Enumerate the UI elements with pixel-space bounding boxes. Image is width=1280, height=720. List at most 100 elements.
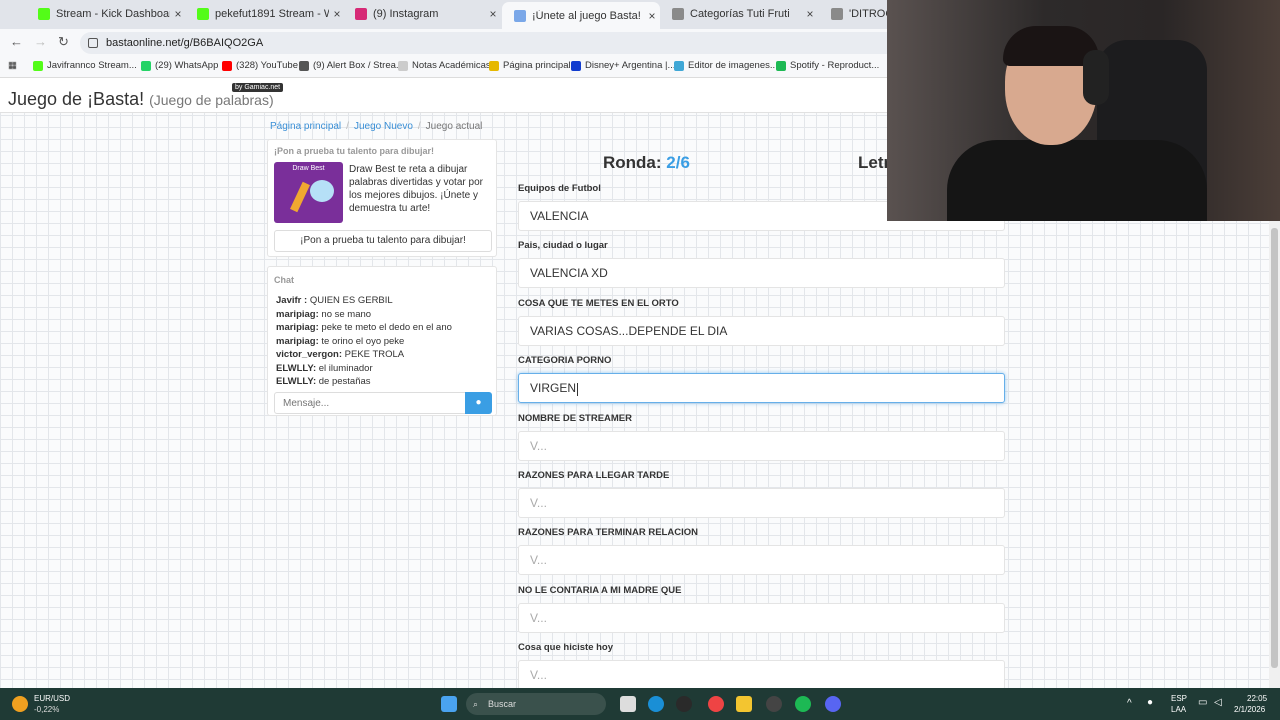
bookmark-favicon-icon <box>776 60 786 71</box>
category-answer-input[interactable]: V... <box>518 430 1005 461</box>
category-answer-input[interactable]: V... <box>518 545 1005 576</box>
forward-icon[interactable]: → <box>34 34 47 49</box>
category-label: RAZONES PARA LLEGAR TARDE <box>518 470 670 481</box>
bookmark-item[interactable]: (328) YouTube <box>222 60 298 71</box>
clock-date: 2/1/2026 <box>1234 705 1266 714</box>
chat-text: no se mano <box>321 308 372 320</box>
chat-send-button[interactable]: ● <box>465 392 492 414</box>
chat-text: QUIEN ES GERBIL <box>309 295 393 306</box>
chat-heading: Chat <box>274 275 294 285</box>
category-label: Pais, ciudad o lugar <box>518 240 608 252</box>
volume-icon[interactable]: ◁ <box>1214 697 1222 708</box>
bookmark-item[interactable]: Spotify - Reproduct... <box>776 60 879 71</box>
chrome-icon[interactable] <box>708 696 724 712</box>
scrollbar[interactable] <box>1269 220 1280 688</box>
category-row: RAZONES PARA LLEGAR TARDE V... <box>518 470 1006 518</box>
edge-icon[interactable] <box>648 696 664 712</box>
address-url: bastaonline.net/g/B6BAIQO2GA <box>106 37 264 49</box>
steam-icon[interactable] <box>676 696 692 712</box>
category-label: NOMBRE DE STREAMER <box>518 412 633 424</box>
category-answer-text: VARIAS COSAS...DEPENDE EL DIA <box>530 323 728 338</box>
draw-best-image[interactable]: Draw Best <box>274 162 343 223</box>
text-cursor <box>577 382 579 396</box>
chat-bubble-icon: ● <box>475 397 482 408</box>
tab-close-icon[interactable]: × <box>644 9 660 23</box>
bookmark-item[interactable]: Editor de imagenes... <box>674 60 778 71</box>
round-label: Ronda: <box>603 153 662 172</box>
breadcrumb-new-game[interactable]: Juego Nuevo <box>354 121 413 132</box>
tab[interactable]: 'DITROGENC <box>819 3 889 25</box>
category-row: COSA QUE TE METES EN EL ORTO VARIAS COSAS… <box>518 298 1006 346</box>
tab-favicon-icon <box>197 8 209 20</box>
discord-icon[interactable] <box>825 696 841 712</box>
network-icon[interactable]: ▭ <box>1198 697 1207 708</box>
chat-message: ELWLLY: el iluminador <box>276 362 492 376</box>
promo-button[interactable]: ¡Pon a prueba tu talento para dibujar! <box>274 230 492 252</box>
breadcrumb-current: Juego actual <box>425 121 483 132</box>
category-answer-input[interactable]: V... <box>518 602 1005 633</box>
category-row: NO LE CONTARIA A MI MADRE QUE V... <box>518 585 1006 633</box>
round-value: 2/6 <box>666 153 690 172</box>
obs-icon[interactable] <box>766 696 782 712</box>
category-answer-input[interactable]: VARIAS COSAS...DEPENDE EL DIA <box>518 315 1005 346</box>
category-row: Pais, ciudad o lugar VALENCIA XD <box>518 240 1006 289</box>
webcam-overlay <box>887 0 1280 221</box>
weather-icon[interactable] <box>12 696 28 712</box>
tab-title: Categorías Tuti Fruti <box>690 8 790 20</box>
tab[interactable]: Categorías Tuti Fruti × <box>660 3 818 25</box>
bookmark-item[interactable]: Javifrannco Stream... <box>33 60 137 71</box>
category-answer-input[interactable]: VIRGEN <box>518 373 1005 404</box>
ticker-name[interactable]: EUR/USD <box>34 694 70 703</box>
tab[interactable]: (9) Instagram × <box>343 3 501 25</box>
address-bar[interactable]: bastaonline.net/g/B6BAIQO2GA <box>80 32 900 54</box>
file-explorer-icon[interactable] <box>736 696 752 712</box>
bookmark-favicon-icon <box>33 60 43 71</box>
task-view-icon[interactable] <box>620 696 636 712</box>
apps-icon[interactable]: ▦ <box>8 60 17 71</box>
category-label: RAZONES PARA TERMINAR RELACION <box>518 527 698 539</box>
breadcrumb: Página principal / Juego Nuevo / Juego actua… <box>270 121 482 132</box>
chat-message: maripiag: peke te meto el dedo en el ano <box>276 321 492 335</box>
taskbar-search[interactable]: ⌕ Buscar <box>466 693 606 715</box>
tab-favicon-icon <box>672 8 684 20</box>
bookmark-item[interactable]: (29) WhatsApp <box>141 60 218 71</box>
category-answer-input[interactable]: VALENCIA XD <box>518 258 1005 289</box>
tab-favicon-icon <box>831 8 843 20</box>
tab-close-icon[interactable]: × <box>170 7 186 21</box>
bookmark-item[interactable]: Notas Académicas <box>398 60 491 71</box>
chat-message: victor_vergon: PEKE TROLA <box>276 348 492 362</box>
spotify-icon[interactable] <box>795 696 811 712</box>
bookmark-item[interactable]: (9) Alert Box / Strea... <box>299 60 404 71</box>
back-icon[interactable]: ← <box>10 34 23 49</box>
site-info-icon[interactable] <box>88 38 98 48</box>
round-indicator: Ronda: 2/6 <box>603 153 690 173</box>
reload-icon[interactable]: ↻ <box>58 34 69 50</box>
chat-username: ELWLLY <box>276 376 313 387</box>
chevron-up-icon[interactable]: ^ <box>1127 698 1132 709</box>
chat-text: PEKE TROLA <box>344 349 405 360</box>
category-answer-text: VALENCIA <box>530 209 589 223</box>
breadcrumb-separator: / <box>346 121 349 132</box>
tab-close-icon[interactable]: × <box>802 7 818 21</box>
scrollbar-thumb[interactable] <box>1271 228 1278 668</box>
promo-panel: ¡Pon a prueba tu talento para dibujar! D… <box>267 139 497 257</box>
microphone-icon[interactable]: ● <box>1147 697 1153 708</box>
windows-start-icon[interactable] <box>441 696 457 712</box>
chat-message-input[interactable] <box>274 392 466 414</box>
category-answer-input[interactable]: V... <box>518 660 1005 688</box>
bookmark-item[interactable]: Página principal <box>489 60 571 71</box>
bookmark-item[interactable]: Disney+ Argentina |... <box>571 60 675 71</box>
gamiac-badge[interactable]: by Gamiac.net <box>232 83 284 92</box>
category-answer-text: V... <box>530 496 547 510</box>
category-answer-text: V... <box>530 438 547 453</box>
language-code[interactable]: ESP <box>1171 694 1187 703</box>
tab[interactable]: pekefut1891 Stream - Watch L× <box>185 3 345 25</box>
breadcrumb-home[interactable]: Página principal <box>270 121 341 132</box>
clock-time[interactable]: 22:05 <box>1247 694 1267 703</box>
bookmark-label: Spotify - Reproduct... <box>790 60 880 71</box>
page-title[interactable]: Juego de ¡Basta! (Juego de palabras) <box>8 89 274 110</box>
category-answer-input[interactable]: V... <box>518 488 1005 518</box>
tab[interactable]: ¡Únete al juego Basta! × <box>502 2 660 29</box>
tab-close-icon[interactable]: × <box>485 7 501 21</box>
tab[interactable]: Stream - Kick Dashboard × <box>26 3 186 25</box>
